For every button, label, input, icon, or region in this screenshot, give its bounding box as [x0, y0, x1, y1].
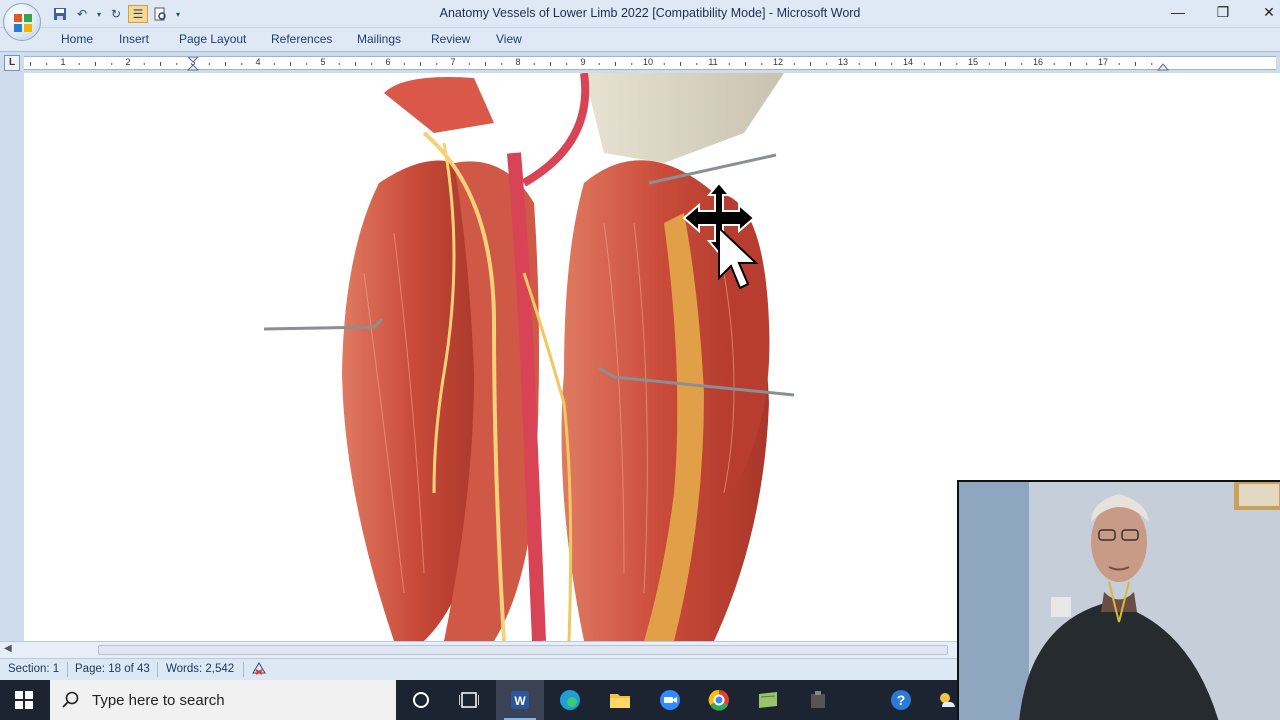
right-indent-marker-icon[interactable] — [1157, 59, 1169, 71]
scroll-left-icon[interactable]: ◀ — [4, 643, 12, 654]
window-title: Anatomy Vessels of Lower Limb 2022 [Comp… — [439, 6, 861, 20]
cortana-icon[interactable] — [406, 686, 436, 714]
page-indicator[interactable]: Page: 18 of 43 — [75, 663, 150, 675]
ruler-label: 13 — [837, 57, 849, 67]
webcam-overlay — [957, 480, 1280, 720]
restore-button[interactable]: ❐ — [1208, 4, 1238, 22]
ruler-label: 10 — [642, 57, 654, 67]
taskbar-search-box[interactable]: Type here to search — [50, 680, 396, 720]
help-icon[interactable]: ? — [886, 686, 916, 714]
ribbon-tabs: Home Insert Page Layout References Maili… — [0, 28, 1280, 52]
tab-references[interactable]: References — [271, 32, 332, 46]
task-view-icon[interactable] — [454, 686, 484, 714]
ruler-label: 5 — [320, 57, 326, 67]
ruler-label: 2 — [125, 57, 131, 67]
tab-page-layout[interactable]: Page Layout — [179, 32, 246, 46]
horizontal-ruler[interactable]: 1234567891011121314151617 — [24, 56, 1276, 71]
tab-home[interactable]: Home — [61, 32, 93, 46]
title-bar: ↶ ▾ ↻ ☰ ▾ Anatomy Vessels of Lower Limb … — [0, 0, 1280, 28]
status-bar: Section: 1 Page: 18 of 43 Words: 2,542 — [0, 658, 960, 680]
left-margin — [0, 73, 24, 641]
svg-text:W: W — [514, 694, 526, 708]
ruler-label: 7 — [450, 57, 456, 67]
sticky-notes-icon[interactable] — [753, 686, 783, 714]
edge-icon[interactable] — [555, 686, 585, 714]
minimize-button[interactable]: — — [1163, 4, 1193, 22]
svg-text:?: ? — [897, 692, 906, 708]
word-icon[interactable]: W — [505, 686, 535, 714]
close-button[interactable]: ✕ — [1254, 4, 1280, 22]
tab-view[interactable]: View — [496, 32, 522, 46]
ruler-label: 12 — [772, 57, 784, 67]
status-divider — [67, 662, 68, 677]
tab-mailings[interactable]: Mailings — [357, 32, 401, 46]
chrome-icon[interactable] — [704, 686, 734, 714]
horizontal-scrollbar[interactable]: ◀ — [0, 641, 960, 658]
search-icon — [62, 691, 79, 708]
office-logo-icon — [14, 14, 32, 32]
tab-insert[interactable]: Insert — [119, 32, 149, 46]
proofing-icon[interactable] — [251, 661, 267, 680]
ruler-label: 6 — [385, 57, 391, 67]
ruler-label: 1 — [60, 57, 66, 67]
windows-start-icon[interactable] — [0, 680, 48, 720]
ruler-label: 17 — [1097, 57, 1109, 67]
ruler-label: 9 — [580, 57, 586, 67]
ruler-label: 14 — [902, 57, 914, 67]
presenter-video — [959, 482, 1280, 720]
zoom-icon[interactable] — [655, 686, 685, 714]
file-explorer-icon[interactable] — [605, 686, 635, 714]
ruler-label: 15 — [967, 57, 979, 67]
taskbar: Type here to search W ? — [0, 680, 960, 720]
ruler-label: 11 — [708, 57, 718, 67]
office-button[interactable] — [3, 3, 41, 41]
search-placeholder: Type here to search — [92, 691, 225, 709]
ruler-label: 4 — [255, 57, 261, 67]
word-count[interactable]: Words: 2,542 — [166, 663, 234, 675]
tab-selector[interactable]: L — [4, 55, 20, 71]
section-indicator[interactable]: Section: 1 — [8, 663, 59, 675]
ruler-row: L 1234567891011121314151617 — [0, 53, 1280, 73]
scrollbar-thumb[interactable] — [98, 645, 948, 655]
tab-review[interactable]: Review — [431, 32, 470, 46]
ruler-label: 16 — [1032, 57, 1044, 67]
indent-marker-icon[interactable] — [187, 57, 199, 71]
status-divider — [243, 662, 244, 677]
status-divider — [157, 662, 158, 677]
ruler-label: 8 — [515, 57, 521, 67]
app-icon[interactable] — [803, 686, 833, 714]
